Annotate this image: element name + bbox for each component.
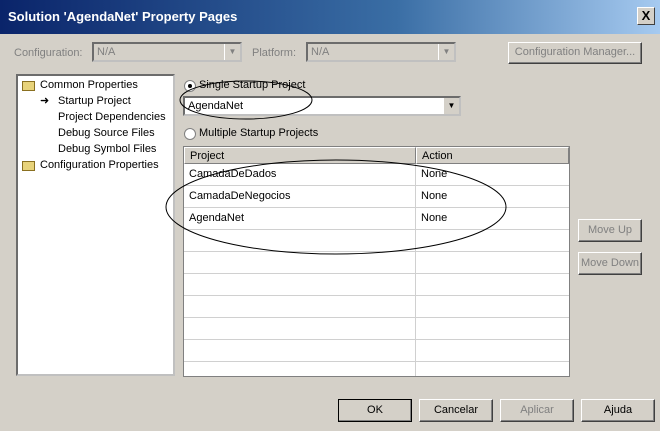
move-down-button[interactable]: Move Down bbox=[578, 252, 642, 275]
annotation-ellipse-projects bbox=[165, 159, 507, 255]
annotation-overlay bbox=[165, 80, 507, 255]
cancel-button[interactable]: Cancelar bbox=[419, 399, 493, 422]
move-up-button[interactable]: Move Up bbox=[578, 219, 642, 242]
apply-button[interactable]: Aplicar bbox=[500, 399, 574, 422]
annotation-ellipse-single bbox=[179, 80, 313, 120]
cancel-label: Cancelar bbox=[433, 404, 479, 416]
move-down-label: Move Down bbox=[580, 257, 640, 269]
ok-label: OK bbox=[367, 404, 383, 416]
help-label: Ajuda bbox=[603, 404, 633, 416]
move-up-label: Move Up bbox=[587, 224, 633, 236]
apply-label: Aplicar bbox=[520, 404, 554, 416]
ok-button[interactable]: OK bbox=[338, 399, 412, 422]
help-button[interactable]: Ajuda bbox=[581, 399, 655, 422]
